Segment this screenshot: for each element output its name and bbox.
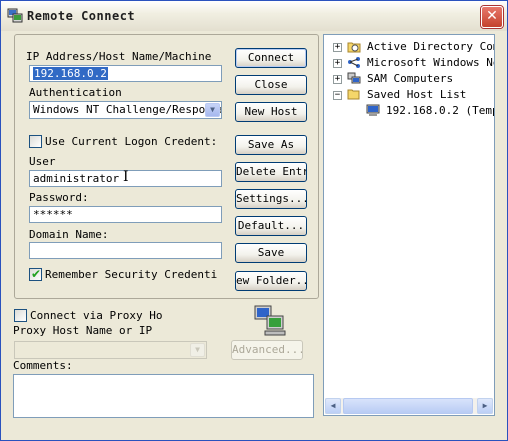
- connect-button[interactable]: Connect: [235, 48, 307, 68]
- ip-address-input[interactable]: 192.168.0.2: [29, 65, 222, 82]
- default-button[interactable]: Default...: [235, 216, 307, 236]
- scroll-right-icon[interactable]: ▶: [477, 398, 493, 414]
- save-button[interactable]: Save: [235, 243, 307, 263]
- password-value: ******: [33, 208, 73, 221]
- checkmark-icon: ✔: [31, 267, 42, 281]
- title-bar[interactable]: Remote Connect ✕: [1, 1, 507, 31]
- host-tree[interactable]: + Active Directory Comp + Microsoft Wind…: [323, 34, 495, 416]
- settings-button[interactable]: Settings...: [235, 189, 307, 209]
- proxy-host-select: ▼: [14, 341, 207, 359]
- comments-label: Comments:: [13, 359, 73, 372]
- close-icon: ✕: [486, 8, 498, 24]
- computers-icon: [347, 72, 361, 84]
- proxy-connect-label: Connect via Proxy Ho: [30, 309, 163, 322]
- ip-address-label: IP Address/Host Name/Machine: [26, 50, 212, 63]
- domain-name-label: Domain Name:: [29, 228, 109, 241]
- authentication-label: Authentication: [29, 86, 122, 99]
- tree-item-label: 192.168.0.2 (Tempo: [386, 104, 495, 117]
- text-cursor-icon: I: [123, 169, 129, 185]
- computer-icon: [366, 104, 380, 116]
- proxy-computers-icon: [254, 305, 286, 336]
- collapse-icon[interactable]: −: [333, 91, 342, 100]
- proxy-host-label: Proxy Host Name or IP: [13, 324, 153, 337]
- chevron-down-icon[interactable]: ▼: [205, 103, 220, 117]
- remote-connect-window: Remote Connect ✕ IP Address/Host Name/Ma…: [0, 0, 508, 441]
- ip-address-value: 192.168.0.2: [33, 67, 108, 80]
- expand-icon[interactable]: +: [333, 43, 342, 52]
- use-logon-label: Use Current Logon Credent:: [45, 135, 218, 148]
- delete-entry-button[interactable]: Delete Entry: [235, 162, 307, 182]
- domain-name-input[interactable]: [29, 242, 222, 259]
- authentication-value: Windows NT Challenge/Response: [33, 103, 222, 116]
- authentication-select[interactable]: Windows NT Challenge/Response ▼: [29, 101, 222, 119]
- tree-item-label: Saved Host List: [367, 88, 467, 101]
- remember-credentials-label: Remember Security Credenti: [45, 268, 218, 281]
- horizontal-scrollbar[interactable]: ◀ ▶: [325, 398, 493, 414]
- use-logon-checkbox[interactable]: [29, 135, 42, 148]
- advanced-button: Advanced...: [231, 340, 303, 360]
- save-as-button[interactable]: Save As: [235, 135, 307, 155]
- active-directory-icon: [347, 42, 361, 53]
- close-button[interactable]: Close: [235, 75, 307, 95]
- expand-icon[interactable]: +: [333, 75, 342, 84]
- tree-item-label: Microsoft Windows Net: [367, 56, 495, 69]
- user-label: User: [29, 155, 56, 168]
- tree-item-label: SAM Computers: [367, 72, 454, 85]
- new-folder-button[interactable]: ew Folder...: [235, 271, 307, 291]
- window-title: Remote Connect: [27, 9, 136, 23]
- user-value: administrator: [33, 172, 120, 185]
- tree-item-label: Active Directory Comp: [367, 40, 495, 53]
- chevron-down-icon: ▼: [190, 343, 205, 357]
- expand-icon[interactable]: +: [333, 59, 342, 68]
- app-icon: [7, 8, 23, 23]
- password-label: Password:: [29, 191, 89, 204]
- password-input[interactable]: ******: [29, 206, 222, 223]
- comments-textarea[interactable]: [13, 374, 314, 418]
- proxy-checkbox[interactable]: [14, 309, 27, 322]
- new-host-button[interactable]: New Host: [235, 102, 307, 122]
- network-icon: [348, 57, 360, 68]
- scrollbar-thumb[interactable]: [343, 398, 473, 414]
- close-window-button[interactable]: ✕: [481, 6, 503, 28]
- folder-open-icon: [347, 89, 360, 100]
- remember-credentials-checkbox[interactable]: ✔: [29, 267, 42, 281]
- scroll-left-icon[interactable]: ◀: [325, 398, 341, 414]
